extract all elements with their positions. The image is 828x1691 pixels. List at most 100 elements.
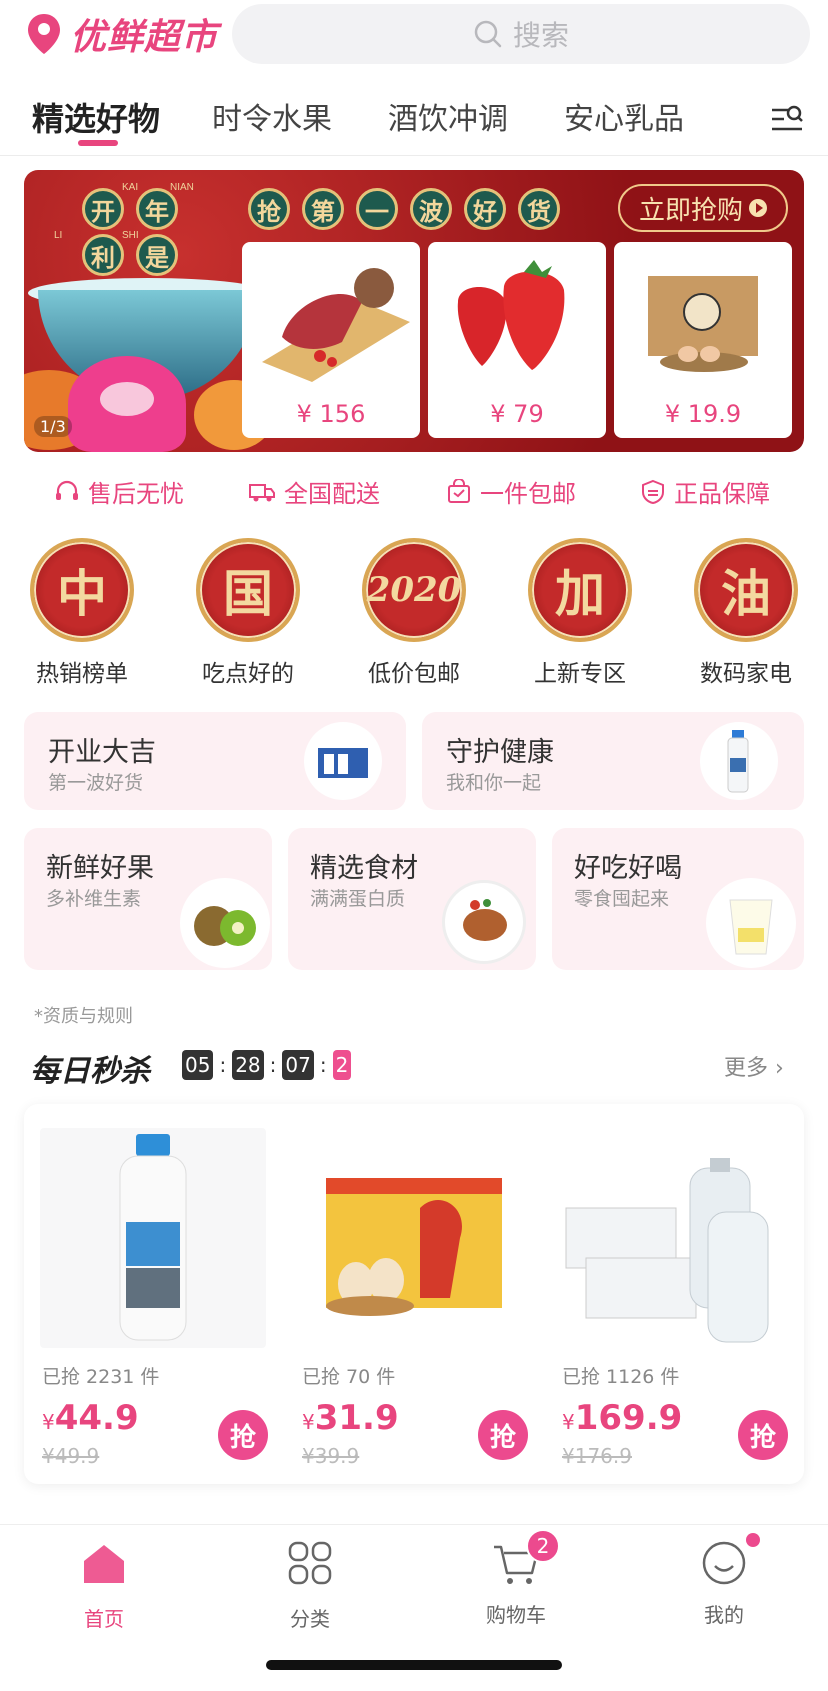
tab-dairy[interactable]: 安心乳品 [564,94,684,138]
banner-product-card[interactable]: ¥ 79 [428,242,606,438]
shortcut-new-arrivals[interactable]: 加 上新专区 [528,538,632,687]
yogurt-cup-image [706,878,796,968]
currency-symbol: ¥ [562,1410,575,1434]
promo-card-snacks[interactable]: 好吃好喝 零食囤起来 [552,828,804,970]
original-price: ¥39.9 [302,1444,360,1468]
promo-title: 好吃好喝 [574,853,682,884]
banner-product-card[interactable]: ¥ 156 [242,242,420,438]
flash-sale-item[interactable]: 已抢 2231 件 ¥44.9 ¥49.9 抢 [40,1128,268,1468]
egg-box-image [648,276,758,372]
flash-sale-card: 已抢 2231 件 ¥44.9 ¥49.9 抢 已抢 70 件 ¥31.9 ¥3… [24,1104,804,1484]
shortcut-label: 低价包邮 [368,661,460,687]
price-value: 169.9 [574,1398,683,1438]
tab-featured[interactable]: 精选好物 [32,94,160,140]
headset-icon [56,480,78,500]
shortcut-label: 热销榜单 [36,661,128,687]
cart-badge: 2 [526,1529,560,1563]
banner-product-price: ¥ 156 [296,400,366,428]
currency-symbol: ¥ [302,1410,315,1434]
promo-subtitle: 零食囤起来 [574,888,670,910]
grab-button[interactable]: 抢 [218,1410,268,1460]
flash-sale-item[interactable]: 已抢 1126 件 ¥169.9 ¥176.9 抢 [560,1128,788,1468]
nav-category[interactable]: 分类 [250,1539,370,1632]
nav-profile[interactable]: 我的 [664,1533,784,1628]
grab-button[interactable]: 抢 [738,1410,788,1460]
header: 优鲜超市 搜索 [0,0,828,70]
grab-button[interactable]: 抢 [478,1410,528,1460]
buy-now-button[interactable]: 立即抢购 [618,184,788,232]
headline-char: 第 [302,188,344,230]
rules-link[interactable]: *资质与规则 [34,1002,133,1028]
sold-count: 已抢 2231 件 [42,1366,160,1388]
beef-image [262,268,410,382]
disinfectant-bottle-image [700,722,778,800]
promo-card-fruit[interactable]: 新鲜好果 多补维生素 [24,828,272,970]
guarantee-delivery: 全国配送 [248,474,380,509]
pinyin-label: SHI [122,230,139,241]
play-icon [749,199,767,217]
promo-subtitle: 多补维生素 [46,888,142,910]
category-menu-icon[interactable] [770,102,804,136]
banner-product-price: ¥ 19.9 [664,400,742,428]
shortcut-badge: 中 [30,538,134,642]
sale-price: ¥169.9 [562,1398,682,1438]
headline-char: 好 [464,188,506,230]
promo-card-ingredients[interactable]: 精选食材 满满蛋白质 [288,828,536,970]
notification-dot [746,1533,760,1547]
shortcut-badge: 2020 [362,538,466,642]
nav-label: 购物车 [486,1603,546,1627]
slogan-char: 是 [136,234,178,276]
shortcut-electronics[interactable]: 油 数码家电 [694,538,798,687]
nav-home[interactable]: 首页 [44,1539,164,1632]
smiley-icon [702,1541,746,1585]
currency-symbol: ¥ [42,1410,55,1434]
category-tabs: 精选好物 时令水果 酒饮冲调 安心乳品 [0,84,828,156]
category-shortcuts: 中 热销榜单 国 吃点好的 2020 低价包邮 加 上新专区 油 数码家电 [0,538,828,688]
tab-seasonal-fruit[interactable]: 时令水果 [212,94,332,138]
promo-title: 守护健康 [446,737,554,768]
app-logo[interactable]: 优鲜超市 [26,8,218,60]
pinyin-label: LI [54,230,63,241]
shortcut-good-food[interactable]: 国 吃点好的 [196,538,300,687]
search-icon [474,20,502,48]
headline-char: 货 [518,188,560,230]
guarantee-label: 正品保障 [674,480,770,508]
guarantee-after-sales: 售后无忧 [54,474,184,509]
buy-now-label: 立即抢购 [638,195,743,226]
shortcut-low-price[interactable]: 2020 低价包邮 [362,538,466,687]
tab-drinks[interactable]: 酒饮冲调 [388,94,508,138]
nav-label: 首页 [84,1607,124,1631]
flash-sale-title: 每日秒杀 [30,1054,150,1089]
countdown-timer: 05 : 28 : 07 : 2 [182,1050,352,1080]
product-image-eggs [300,1128,526,1348]
search-input[interactable]: 搜索 [232,4,810,64]
shortcut-badge: 油 [694,538,798,642]
grid-icon [288,1541,332,1585]
home-indicator [266,1660,562,1670]
more-link[interactable]: 更多 › [724,1050,784,1082]
shortcut-hot-list[interactable]: 中 热销榜单 [30,538,134,687]
original-price: ¥49.9 [42,1444,100,1468]
promo-card-health[interactable]: 守护健康 我和你一起 [422,712,804,810]
guarantee-label: 售后无忧 [88,480,184,508]
location-pin-icon [28,14,60,54]
original-price: ¥176.9 [562,1444,632,1468]
slogan-char: 开 [82,188,124,230]
shortcut-label: 数码家电 [700,661,792,687]
shortcut-badge: 加 [528,538,632,642]
milk-box-image [304,722,382,800]
sold-count: 已抢 70 件 [302,1366,396,1388]
strawberry-image [457,260,565,370]
timer-hours: 05 [182,1050,214,1080]
guarantee-label: 一件包邮 [480,480,576,508]
banner-product-card[interactable]: ¥ 19.9 [614,242,792,438]
nav-cart[interactable]: 2 购物车 [456,1529,576,1628]
banner-pager: 1/3 [34,416,72,437]
product-image-cleanser [40,1128,266,1348]
flash-sale-item[interactable]: 已抢 70 件 ¥31.9 ¥39.9 抢 [300,1128,528,1468]
promo-banner[interactable]: KAI NIAN LI SHI 开 年 利 是 抢 第 一 波 好 货 立即抢购… [24,170,804,452]
pinyin-label: KAI [122,182,139,193]
timer-seconds: 07 [282,1050,314,1080]
promo-card-opening[interactable]: 开业大吉 第一波好货 [24,712,406,810]
promo-title: 精选食材 [310,853,418,884]
